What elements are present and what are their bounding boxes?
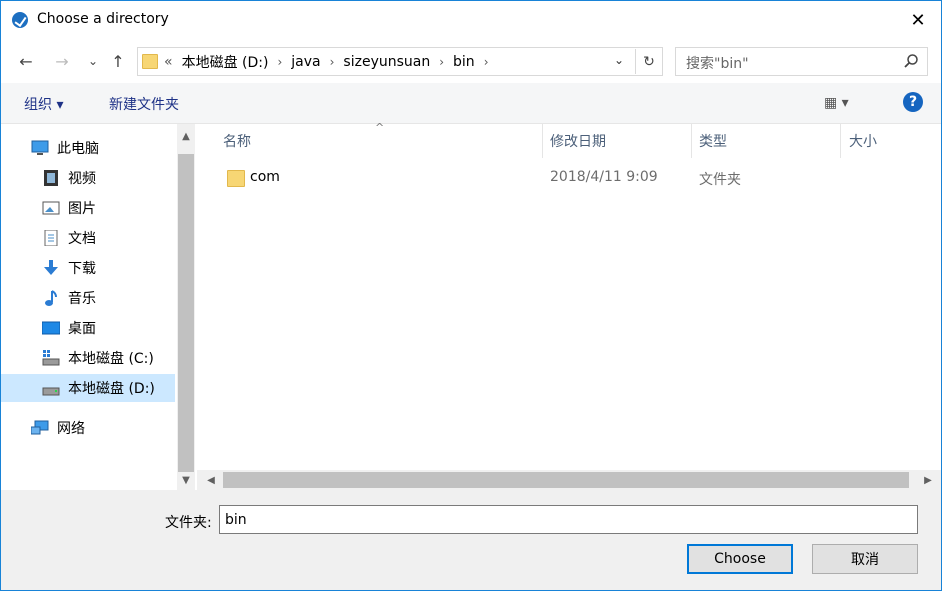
sidebar-item-label: 本地磁盘 (D:) — [68, 381, 155, 397]
search-icon[interactable] — [903, 53, 919, 69]
sidebar-item-drive-c[interactable]: 本地磁盘 (C:) — [1, 344, 175, 372]
video-icon — [42, 170, 60, 186]
back-arrow-icon: ← — [19, 51, 33, 71]
close-button[interactable]: ✕ — [895, 1, 941, 39]
picture-icon — [42, 200, 60, 216]
column-divider[interactable] — [542, 124, 543, 158]
scroll-right-arrow-icon[interactable]: ▶ — [919, 471, 937, 489]
file-row[interactable]: com 2018/4/11 9:09 文件夹 — [221, 166, 941, 192]
cancel-button[interactable]: 取消 — [812, 544, 918, 574]
column-header-size[interactable]: 大小 — [849, 124, 877, 158]
column-divider[interactable] — [840, 124, 841, 158]
sidebar-scroll-thumb[interactable] — [178, 154, 194, 472]
file-modified: 2018/4/11 9:09 — [550, 169, 658, 185]
dialog-footer: 文件夹: Choose 取消 — [1, 490, 941, 590]
folder-icon — [142, 54, 158, 69]
drive-icon — [42, 350, 60, 366]
sidebar-item-label: 此电脑 — [57, 141, 99, 157]
address-dropdown-button[interactable]: ⌄ — [614, 53, 624, 67]
refresh-button[interactable]: ↻ — [635, 49, 662, 74]
file-name: com — [250, 169, 280, 185]
scroll-up-arrow-icon[interactable]: ▲ — [177, 127, 195, 145]
dialog-window: Choose a directory ✕ ← → ⌄ ↑ « 本地磁盘 (D:)… — [0, 0, 942, 591]
file-type: 文件夹 — [699, 172, 741, 188]
sidebar-item-desktop[interactable]: 桌面 — [1, 314, 175, 342]
sidebar-item-documents[interactable]: 文档 — [1, 224, 175, 252]
up-button[interactable]: ↑ — [108, 51, 128, 71]
folder-name-input[interactable] — [219, 505, 918, 534]
chevron-down-icon: ⌄ — [614, 53, 625, 67]
folder-name-label: 文件夹: — [165, 515, 212, 531]
breadcrumb: « 本地磁盘 (D:) › java › sizeyunsuan › bin › — [164, 52, 498, 72]
sidebar-item-this-pc[interactable]: 此电脑 — [1, 134, 175, 162]
sidebar-item-label: 图片 — [68, 201, 96, 217]
network-icon — [30, 420, 49, 436]
sidebar-item-label: 桌面 — [68, 321, 96, 337]
sidebar-item-label: 音乐 — [68, 291, 96, 307]
music-icon — [42, 290, 60, 306]
new-folder-button[interactable]: 新建文件夹 — [109, 94, 179, 114]
search-box[interactable]: 搜索"bin" — [675, 47, 928, 76]
java-app-icon — [12, 12, 28, 28]
breadcrumb-item[interactable]: 本地磁盘 (D:) — [182, 52, 269, 72]
sidebar-item-drive-d[interactable]: 本地磁盘 (D:) — [1, 374, 175, 402]
sidebar-item-label: 网络 — [57, 421, 85, 437]
chevron-right-icon[interactable]: › — [484, 55, 489, 69]
scroll-left-arrow-icon[interactable]: ◀ — [202, 471, 220, 489]
search-input[interactable]: 搜索"bin" — [686, 53, 749, 73]
sidebar-item-label: 本地磁盘 (C:) — [68, 351, 154, 367]
breadcrumb-item[interactable]: java — [291, 54, 320, 70]
title-bar: Choose a directory ✕ — [1, 1, 941, 39]
drive-icon — [42, 380, 60, 396]
column-header-name[interactable]: 名称 — [223, 124, 251, 158]
column-header-type[interactable]: 类型 — [699, 124, 727, 158]
sidebar-item-label: 视频 — [68, 171, 96, 187]
up-arrow-icon: ↑ — [111, 51, 125, 71]
chevron-right-icon[interactable]: › — [439, 55, 444, 69]
organize-button[interactable]: 组织 ▾ — [24, 94, 63, 114]
folder-icon — [227, 170, 245, 187]
column-header-modified[interactable]: 修改日期 — [550, 124, 606, 158]
sidebar-item-network[interactable]: 网络 — [1, 414, 175, 442]
recent-locations-button[interactable]: ⌄ — [83, 51, 103, 71]
close-icon: ✕ — [910, 9, 926, 31]
command-toolbar: 组织 ▾ 新建文件夹 ▦ ▾ ? — [1, 83, 941, 124]
address-bar[interactable]: « 本地磁盘 (D:) › java › sizeyunsuan › bin ›… — [137, 47, 663, 76]
chevron-down-icon: ⌄ — [87, 54, 99, 68]
sidebar-item-downloads[interactable]: 下载 — [1, 254, 175, 282]
sidebar-item-videos[interactable]: 视频 — [1, 164, 175, 192]
computer-icon — [31, 140, 49, 156]
desktop-icon — [41, 320, 61, 336]
horizontal-scroll-thumb[interactable] — [223, 472, 909, 488]
download-icon — [42, 260, 60, 276]
back-button[interactable]: ← — [16, 51, 36, 71]
forward-arrow-icon: → — [55, 51, 69, 71]
horizontal-scrollbar[interactable]: ◀ ▶ — [197, 470, 941, 490]
document-icon — [42, 229, 60, 247]
sidebar-item-label: 下载 — [68, 261, 96, 277]
window-title: Choose a directory — [37, 11, 169, 27]
navigation-pane: 此电脑 视频 图片 文档 下载 音乐 桌面 本地磁盘 (C:) 本地磁盘 (D:… — [1, 124, 177, 490]
navigation-bar: ← → ⌄ ↑ « 本地磁盘 (D:) › java › sizeyunsuan… — [1, 41, 941, 81]
scroll-down-arrow-icon[interactable]: ▼ — [177, 471, 195, 489]
help-icon[interactable]: ? — [903, 92, 923, 112]
sidebar-item-music[interactable]: 音乐 — [1, 284, 175, 312]
file-list: ^ 名称 修改日期 类型 大小 com 2018/4/11 9:09 文件夹 — [197, 121, 941, 470]
forward-button[interactable]: → — [52, 51, 72, 71]
chevron-right-icon[interactable]: › — [330, 55, 335, 69]
column-divider[interactable] — [691, 124, 692, 158]
breadcrumb-item[interactable]: sizeyunsuan — [343, 54, 430, 70]
refresh-icon: ↻ — [643, 53, 655, 70]
sidebar-item-label: 文档 — [68, 231, 96, 247]
choose-button[interactable]: Choose — [687, 544, 793, 574]
breadcrumb-item[interactable]: bin — [453, 54, 475, 70]
sidebar-item-pictures[interactable]: 图片 — [1, 194, 175, 222]
chevron-right-icon[interactable]: › — [277, 55, 282, 69]
breadcrumb-overflow[interactable]: « — [164, 54, 173, 70]
view-options-button[interactable]: ▦ ▾ — [824, 95, 849, 111]
sidebar-scrollbar[interactable]: ▲ ▼ — [177, 124, 195, 490]
sort-ascending-icon: ^ — [375, 121, 385, 134]
